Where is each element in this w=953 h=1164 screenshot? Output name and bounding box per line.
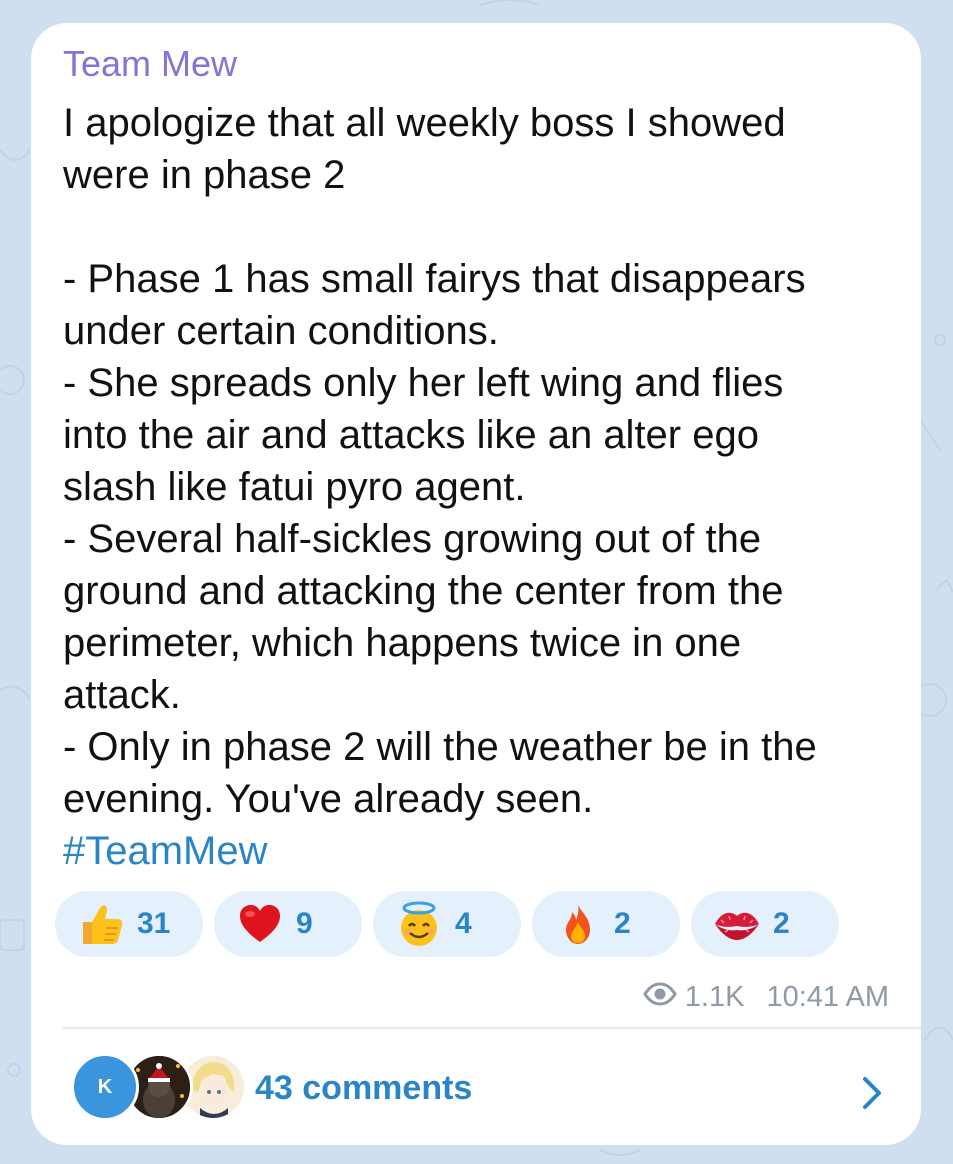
- comments-button[interactable]: K 43 comments: [31, 1031, 921, 1141]
- post-meta: 1.1K 10:41 AM: [643, 981, 889, 1014]
- reaction-count: 4: [455, 907, 472, 940]
- reaction-heart[interactable]: 9: [214, 891, 362, 957]
- fire-icon: [552, 898, 604, 950]
- thumbs-up-icon: [75, 898, 127, 950]
- reaction-count: 31: [137, 907, 171, 940]
- channel-post-bubble: Team Mew I apologize that all weekly bos…: [31, 23, 921, 1145]
- kiss-mark-icon: [711, 898, 763, 950]
- reaction-kiss-mark[interactable]: 2: [691, 891, 839, 957]
- post-time: 10:41 AM: [766, 981, 889, 1013]
- divider: [63, 1027, 921, 1029]
- avatar-initial: K: [97, 1075, 113, 1098]
- reaction-thumbs-up[interactable]: 31: [55, 891, 203, 957]
- reaction-count: 9: [296, 907, 313, 940]
- reaction-fire[interactable]: 2: [532, 891, 680, 957]
- sender-name[interactable]: Team Mew: [63, 43, 237, 85]
- chevron-right-icon: [857, 1073, 887, 1113]
- comments-label: 43 comments: [255, 1069, 473, 1107]
- reaction-count: 2: [614, 907, 631, 940]
- message-text: I apologize that all weekly boss I showe…: [63, 97, 903, 877]
- avatar: K: [71, 1053, 139, 1121]
- eye-icon: [643, 981, 677, 1014]
- view-count: 1.1K: [684, 981, 745, 1013]
- message-body: I apologize that all weekly boss I showe…: [63, 101, 817, 821]
- hashtag-link[interactable]: #TeamMew: [63, 829, 268, 873]
- reaction-smiling-halo[interactable]: 4: [373, 891, 521, 957]
- commenter-avatars: K: [71, 1053, 247, 1123]
- reactions-bar: 31 9 4 2 2: [55, 891, 839, 957]
- reaction-count: 2: [773, 907, 790, 940]
- smiling-halo-icon: [393, 898, 445, 950]
- heart-icon: [234, 898, 286, 950]
